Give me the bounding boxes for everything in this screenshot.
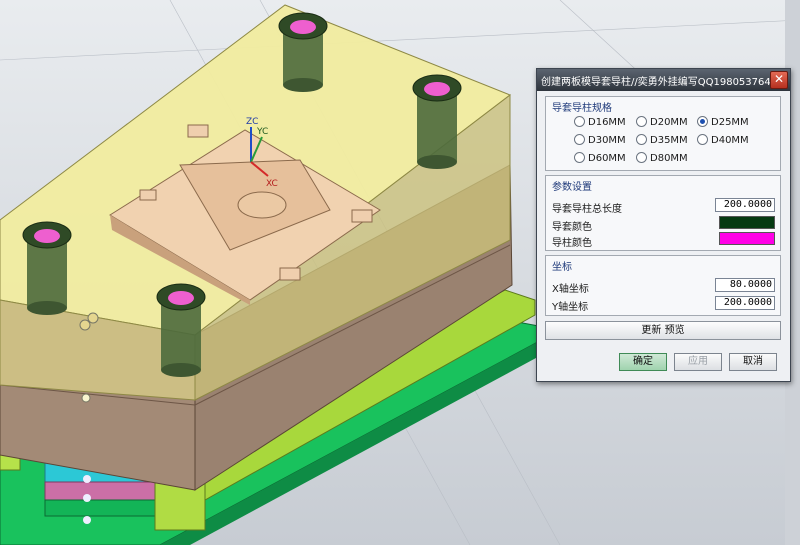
guide-pillar-front — [156, 283, 206, 377]
radio-circle — [697, 134, 708, 145]
xc-label: XC — [266, 179, 278, 189]
radio-circle — [636, 134, 647, 145]
y-coord-label: Y轴坐标 — [552, 302, 589, 313]
radio-circle — [636, 116, 647, 127]
radio-d20mm[interactable]: D20MM — [636, 116, 688, 128]
dialog-title: 创建两板模导套导柱//奕勇外挂编写QQ1980537648 — [541, 77, 778, 88]
guide-pillar-top — [278, 12, 328, 92]
zc-label: ZC — [246, 117, 258, 127]
update-preview-button[interactable]: 更新 预览 — [545, 321, 781, 340]
radio-d60mm[interactable]: D60MM — [574, 152, 626, 164]
guide-pillar-right — [412, 74, 462, 169]
pillar-color-label: 导柱颜色 — [552, 238, 592, 249]
close-button[interactable]: ✕ — [770, 71, 788, 89]
sleeve-color-swatch[interactable] — [719, 216, 775, 229]
x-coord-input[interactable]: 80.0000 — [715, 278, 775, 292]
radio-d30mm[interactable]: D30MM — [574, 134, 626, 146]
x-coord-label: X轴坐标 — [552, 284, 589, 295]
dialog-titlebar[interactable]: 创建两板模导套导柱//奕勇外挂编写QQ1980537648 ✕ — [537, 69, 790, 91]
guide-pillar-dialog: 创建两板模导套导柱//奕勇外挂编写QQ1980537648 ✕ 导套导柱规格 D… — [536, 68, 791, 382]
radio-d35mm[interactable]: D35MM — [636, 134, 688, 146]
ok-button[interactable]: 确定 — [619, 353, 667, 371]
guide-pillar-left — [22, 221, 72, 315]
radio-circle-selected — [697, 116, 708, 127]
radio-circle — [574, 134, 585, 145]
radio-d40mm[interactable]: D40MM — [697, 134, 749, 146]
radio-circle — [574, 152, 585, 163]
cancel-button[interactable]: 取消 — [729, 353, 777, 371]
y-coord-input[interactable]: 200.0000 — [715, 296, 775, 310]
radio-circle — [636, 152, 647, 163]
total-length-label: 导套导柱总长度 — [552, 204, 622, 215]
radio-d16mm[interactable]: D16MM — [574, 116, 626, 128]
total-length-input[interactable]: 200.0000 — [715, 198, 775, 212]
radio-d80mm[interactable]: D80MM — [636, 152, 688, 164]
coords-group-header: 坐标 — [552, 262, 572, 273]
pillar-color-swatch[interactable] — [719, 232, 775, 245]
apply-button[interactable]: 应用 — [674, 353, 722, 371]
spec-group: 导套导柱规格 D16MM D20MM D25MM D30MM D35MM D40… — [545, 96, 781, 171]
yc-label: YC — [256, 127, 268, 137]
params-group: 参数设置 导套导柱总长度 200.0000 导套颜色 导柱颜色 — [545, 175, 781, 251]
spec-group-header: 导套导柱规格 — [552, 103, 612, 114]
params-group-header: 参数设置 — [552, 182, 592, 193]
sleeve-color-label: 导套颜色 — [552, 222, 592, 233]
radio-d25mm[interactable]: D25MM — [697, 116, 749, 128]
radio-circle — [574, 116, 585, 127]
coords-group: 坐标 X轴坐标 80.0000 Y轴坐标 200.0000 — [545, 255, 781, 316]
